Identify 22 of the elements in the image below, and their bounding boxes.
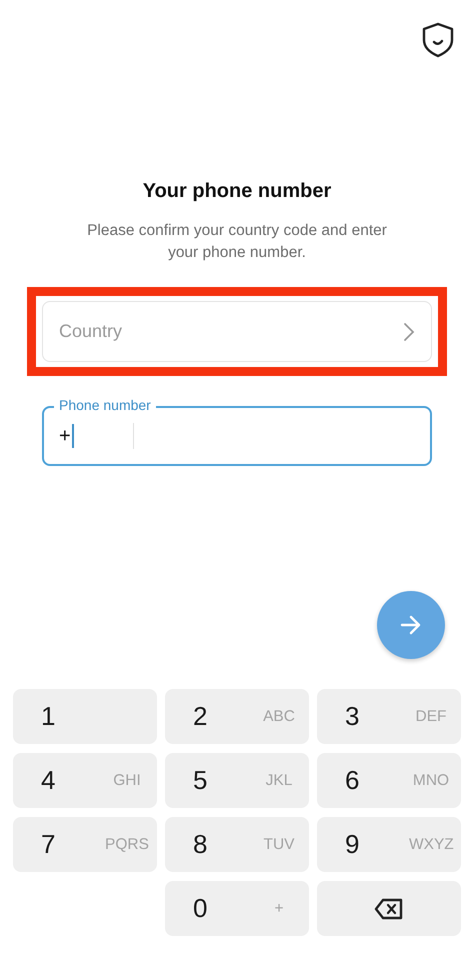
field-label: Phone number xyxy=(54,397,156,413)
chevron-right-icon xyxy=(403,322,415,342)
backspace-key[interactable] xyxy=(317,881,461,936)
country-code-text: + xyxy=(59,424,71,449)
keypad-key[interactable]: 7 PQRS xyxy=(13,817,157,872)
text-cursor xyxy=(72,424,74,448)
page-title: Your phone number xyxy=(142,179,332,204)
arrow-right-icon xyxy=(400,615,422,635)
keypad-key[interactable]: 9 WXYZ xyxy=(317,817,461,872)
keypad-key[interactable]: 1 xyxy=(13,689,157,744)
shield-icon[interactable] xyxy=(422,22,454,58)
field-placeholder: Country xyxy=(59,320,122,343)
next-button[interactable] xyxy=(377,591,445,659)
keypad-key[interactable]: 0 + xyxy=(165,881,309,936)
keypad-key[interactable]: 3 DEF xyxy=(317,689,461,744)
keypad-key[interactable]: 4 GHI xyxy=(13,753,157,808)
backspace-icon xyxy=(374,898,404,920)
keypad-key[interactable]: 6 MNO xyxy=(317,753,461,808)
instruction-text: Please confirm your country code and enter your phone number. xyxy=(86,221,388,263)
keypad-key[interactable]: 5 JKL xyxy=(165,753,309,808)
keypad-key[interactable]: 8 TUV xyxy=(165,817,309,872)
keypad-key[interactable]: 2 ABC xyxy=(165,689,309,744)
